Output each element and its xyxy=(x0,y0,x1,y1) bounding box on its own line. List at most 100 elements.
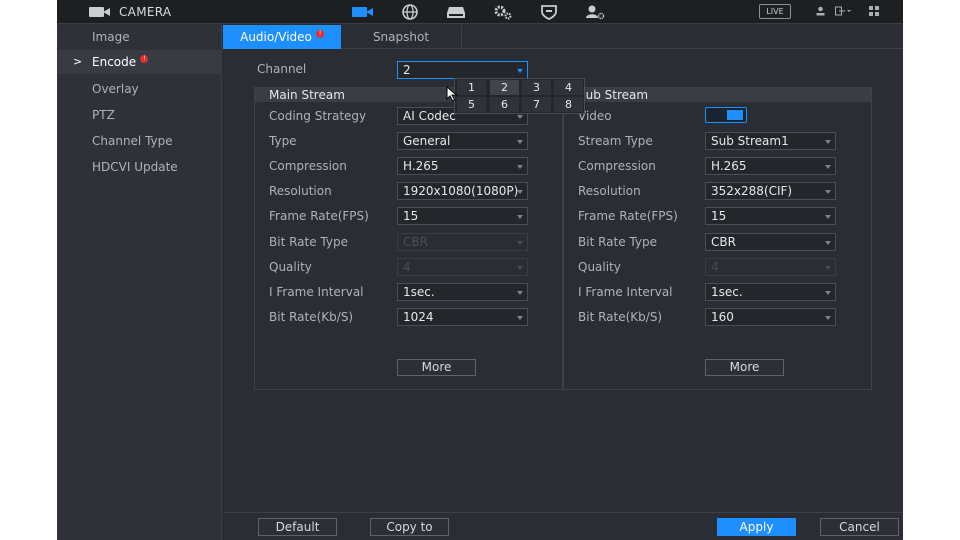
coding-strategy-value: AI Codec xyxy=(403,109,456,123)
copy-to-button[interactable]: Copy to xyxy=(370,518,449,536)
account-icon[interactable] xyxy=(583,4,607,20)
sub-i-frame-interval-select[interactable]: 1sec. xyxy=(705,283,836,301)
default-button[interactable]: Default xyxy=(258,518,337,536)
sub-bit-rate-type-label: Bit Rate Type xyxy=(578,235,657,249)
channel-option-2[interactable]: 2 xyxy=(490,80,519,95)
channel-option-6[interactable]: 6 xyxy=(490,97,519,112)
i-frame-interval-label: I Frame Interval xyxy=(269,285,364,299)
camera-icon xyxy=(89,6,111,18)
sidebar-item-label: Channel Type xyxy=(92,134,173,148)
top-bar: CAMERA LIVE xyxy=(57,0,903,24)
bottom-bar: Default Copy to Apply Cancel xyxy=(223,512,903,540)
chevron-down-icon xyxy=(517,241,523,245)
frame-rate-label: Frame Rate(FPS) xyxy=(269,209,369,223)
type-value: General xyxy=(403,134,451,148)
channel-option-8[interactable]: 8 xyxy=(554,97,583,112)
sidebar-item-hdcvi-update[interactable]: HDCVI Update xyxy=(57,155,222,179)
chevron-down-icon xyxy=(825,291,831,295)
sub-resolution-select[interactable]: 352x288(CIF) xyxy=(705,182,836,200)
network-icon[interactable] xyxy=(398,4,422,20)
tab-label: Snapshot xyxy=(372,30,430,44)
sidebar-item-encode[interactable]: > Encode xyxy=(57,50,222,74)
sub-i-frame-interval-value: 1sec. xyxy=(711,285,743,299)
sidebar-item-label: Image xyxy=(92,30,130,44)
compression-select[interactable]: H.265 xyxy=(397,157,528,175)
channel-option-4[interactable]: 4 xyxy=(554,80,583,95)
chevron-down-icon xyxy=(517,266,523,270)
storage-icon[interactable] xyxy=(444,4,468,20)
chevron-down-icon xyxy=(517,215,523,219)
bit-rate-value: 1024 xyxy=(403,310,434,324)
channel-option-1[interactable]: 1 xyxy=(457,80,486,95)
channel-option-7[interactable]: 7 xyxy=(522,97,551,112)
tab-snapshot[interactable]: Snapshot xyxy=(341,25,462,49)
chevron-down-icon xyxy=(517,140,523,144)
resolution-label: Resolution xyxy=(269,184,332,198)
sub-compression-label: Compression xyxy=(578,159,656,173)
frame-rate-value: 15 xyxy=(403,209,419,223)
tab-audio-video[interactable]: Audio/Video xyxy=(223,25,341,49)
sub-resolution-label: Resolution xyxy=(578,184,641,198)
bit-rate-select[interactable]: 1024 xyxy=(397,308,528,326)
channel-select[interactable]: 2 xyxy=(397,61,528,79)
bit-rate-type-value: CBR xyxy=(403,235,428,249)
camera-icon[interactable] xyxy=(351,4,375,20)
sub-stream-title: Sub Stream xyxy=(564,88,871,102)
apply-button[interactable]: Apply xyxy=(717,518,796,536)
sub-frame-rate-value: 15 xyxy=(711,209,727,223)
chevron-down-icon xyxy=(825,190,831,194)
sub-frame-rate-select[interactable]: 15 xyxy=(705,207,836,225)
security-icon[interactable] xyxy=(537,4,561,20)
sub-bit-rate-select[interactable]: 160 xyxy=(705,308,836,326)
chevron-down-icon xyxy=(825,215,831,219)
sub-compression-select[interactable]: H.265 xyxy=(705,157,836,175)
frame-rate-select[interactable]: 15 xyxy=(397,207,528,225)
main-stream-more-button[interactable]: More xyxy=(397,359,476,376)
bit-rate-label: Bit Rate(Kb/S) xyxy=(269,310,354,324)
sub-quality-select: 4 xyxy=(705,258,836,276)
chevron-down-icon xyxy=(517,165,523,169)
quality-label: Quality xyxy=(269,260,312,274)
channel-option-3[interactable]: 3 xyxy=(522,80,551,95)
user-icon[interactable] xyxy=(816,6,825,18)
video-toggle[interactable] xyxy=(705,107,747,123)
quality-value: 4 xyxy=(403,260,411,274)
live-button[interactable]: LIVE xyxy=(759,4,791,19)
sub-bit-rate-label: Bit Rate(Kb/S) xyxy=(578,310,663,324)
stream-type-select[interactable]: Sub Stream1 xyxy=(705,132,836,150)
i-frame-interval-value: 1sec. xyxy=(403,285,435,299)
i-frame-interval-select[interactable]: 1sec. xyxy=(397,283,528,301)
sub-frame-rate-label: Frame Rate(FPS) xyxy=(578,209,678,223)
chevron-down-icon xyxy=(825,165,831,169)
logout-icon[interactable] xyxy=(835,6,851,18)
chevron-down-icon xyxy=(517,190,523,194)
sidebar-item-label: PTZ xyxy=(92,108,115,122)
channel-option-5[interactable]: 5 xyxy=(457,97,486,112)
chevron-down-icon xyxy=(517,69,523,73)
sidebar-item-ptz[interactable]: PTZ xyxy=(57,103,222,127)
chevron-down-icon xyxy=(825,140,831,144)
tab-label: Audio/Video xyxy=(240,30,312,44)
system-icon[interactable] xyxy=(491,4,515,20)
tab-bar: Audio/Video Snapshot xyxy=(223,25,903,49)
compression-label: Compression xyxy=(269,159,347,173)
quality-select: 4 xyxy=(397,258,528,276)
cancel-button[interactable]: Cancel xyxy=(820,518,899,536)
grid-icon[interactable] xyxy=(869,6,879,18)
chevron-down-icon xyxy=(517,291,523,295)
alert-badge-icon xyxy=(315,28,324,39)
sidebar-item-image[interactable]: Image xyxy=(57,25,222,49)
sidebar-item-overlay[interactable]: Overlay xyxy=(57,77,222,101)
sub-bit-rate-type-value: CBR xyxy=(711,235,736,249)
stream-type-value: Sub Stream1 xyxy=(711,134,789,148)
sidebar: Image > Encode Overlay PTZ Channel Type … xyxy=(57,25,222,540)
bit-rate-type-select: CBR xyxy=(397,233,528,251)
type-select[interactable]: General xyxy=(397,132,528,150)
app-title: CAMERA xyxy=(119,5,172,19)
compression-value: H.265 xyxy=(403,159,439,173)
resolution-select[interactable]: 1920x1080(1080P) xyxy=(397,182,528,200)
sub-bit-rate-type-select[interactable]: CBR xyxy=(705,233,836,251)
sidebar-item-channel-type[interactable]: Channel Type xyxy=(57,129,222,153)
sub-stream-more-button[interactable]: More xyxy=(705,359,784,376)
app-title-group: CAMERA xyxy=(89,4,171,20)
